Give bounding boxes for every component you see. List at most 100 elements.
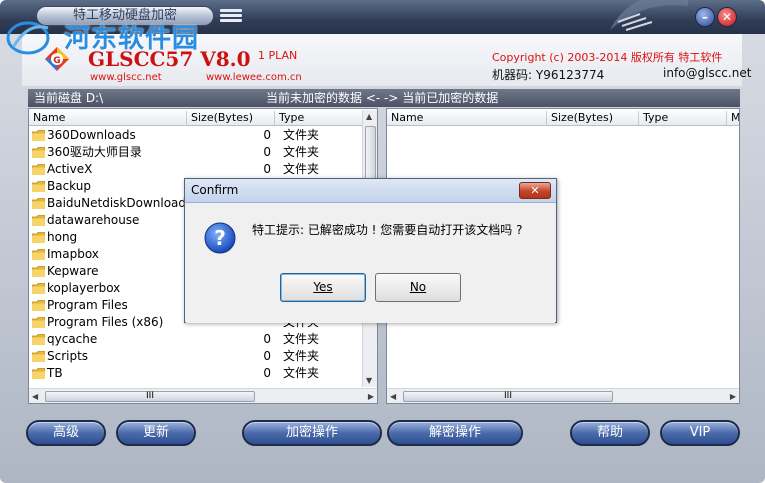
folder-icon	[32, 215, 45, 226]
file-type: 文件夹	[283, 162, 320, 176]
dialog-title-bar[interactable]: Confirm ✕	[185, 179, 556, 203]
folder-icon	[32, 198, 45, 209]
encrypt-button[interactable]: 加密操作	[242, 420, 382, 446]
file-name: Imapbox	[47, 247, 99, 261]
folder-icon	[32, 147, 45, 158]
column-name[interactable]: Name	[387, 111, 547, 125]
horizontal-scrollbar[interactable]: ◀ III ▶	[29, 388, 377, 403]
scroll-down-icon[interactable]: ▼	[366, 376, 372, 385]
confirm-dialog: Confirm ✕ ? 特工提示: 已解密成功 ! 您需要自动打开该文档吗 ? …	[184, 178, 557, 323]
folder-icon	[32, 283, 45, 294]
scrollbar-thumb[interactable]: III	[45, 391, 255, 402]
table-row[interactable]: 360驱动大师目录 0 文件夹	[29, 144, 363, 161]
yes-button[interactable]: Yes	[280, 273, 366, 302]
watermark-logo-icon	[6, 21, 50, 55]
no-button[interactable]: No	[375, 273, 461, 302]
folder-icon	[32, 181, 45, 192]
column-header-row: Name Size(Bytes) Type	[29, 109, 377, 126]
copyright-text: Copyright (c) 2003-2014 版权所有 特工软件	[492, 51, 723, 64]
dialog-title: Confirm	[191, 183, 239, 197]
scroll-right-icon[interactable]: ▶	[730, 392, 736, 401]
app-window: 特工移动硬盘加密 – ✕ G GLSCC57 V8.0 1 PLAN www.g…	[0, 0, 765, 483]
file-name: koplayerbox	[47, 281, 121, 295]
advanced-button[interactable]: 高级	[26, 420, 106, 446]
site-link[interactable]: www.glscc.net	[90, 72, 162, 83]
question-icon: ?	[204, 222, 236, 254]
folder-icon	[32, 334, 45, 345]
svg-text:?: ?	[214, 226, 226, 250]
help-button[interactable]: 帮助	[570, 420, 650, 446]
horizontal-scrollbar[interactable]: ◀ III ▶	[387, 388, 739, 403]
decorative-wave-icon	[610, 0, 688, 31]
table-row[interactable]: TB 0 文件夹	[29, 365, 363, 382]
file-type: 文件夹	[283, 128, 320, 142]
column-modified[interactable]: M	[727, 111, 739, 125]
file-size: 0	[263, 128, 271, 142]
column-type[interactable]: Type	[275, 111, 363, 125]
minimize-button[interactable]: –	[695, 7, 715, 27]
file-name: 360Downloads	[47, 128, 136, 142]
folder-icon	[32, 300, 45, 311]
folder-icon	[32, 351, 45, 362]
direction-label: 当前未加密的数据 <- -> 当前已加密的数据	[266, 91, 499, 105]
file-size: 0	[263, 332, 271, 346]
scroll-left-icon[interactable]: ◀	[32, 392, 38, 401]
file-name: ActiveX	[47, 162, 93, 176]
column-type[interactable]: Type	[639, 111, 727, 125]
folder-icon	[32, 130, 45, 141]
file-name: datawarehouse	[47, 213, 140, 227]
scrollbar-thumb[interactable]: III	[403, 391, 613, 402]
file-type: 文件夹	[283, 366, 320, 380]
column-header-row: Name Size(Bytes) Type M	[387, 109, 739, 126]
close-button[interactable]: ✕	[717, 7, 737, 27]
file-size: 0	[263, 349, 271, 363]
file-type: 文件夹	[283, 145, 320, 159]
file-name: Backup	[47, 179, 91, 193]
file-name: TB	[47, 366, 63, 380]
file-name: qycache	[47, 332, 98, 346]
decrypt-button[interactable]: 解密操作	[387, 420, 523, 446]
file-name: BaiduNetdiskDownload	[47, 196, 187, 210]
file-name: hong	[47, 230, 78, 244]
file-size: 0	[263, 366, 271, 380]
column-name[interactable]: Name	[29, 111, 187, 125]
dialog-close-button[interactable]: ✕	[519, 182, 551, 199]
file-name: 360驱动大师目录	[47, 145, 142, 159]
folder-icon	[32, 249, 45, 260]
column-size[interactable]: Size(Bytes)	[187, 111, 275, 125]
plan-label: 1 PLAN	[258, 49, 298, 62]
update-button[interactable]: 更新	[116, 420, 196, 446]
svg-text:G: G	[53, 56, 60, 66]
table-row[interactable]: Scripts 0 文件夹	[29, 348, 363, 365]
table-row[interactable]: 360Downloads 0 文件夹	[29, 127, 363, 144]
folder-icon	[32, 164, 45, 175]
vip-button[interactable]: VIP	[660, 420, 740, 446]
current-disk-label: 当前磁盘 D:\	[34, 91, 104, 105]
scroll-left-icon[interactable]: ◀	[390, 392, 396, 401]
folder-icon	[32, 266, 45, 277]
folder-icon	[32, 368, 45, 379]
hamburger-menu-icon[interactable]	[220, 9, 242, 23]
folder-icon	[32, 232, 45, 243]
file-size: 0	[263, 145, 271, 159]
yes-label: Yes	[313, 280, 333, 294]
dialog-message: 特工提示: 已解密成功 ! 您需要自动打开该文档吗 ?	[252, 223, 523, 237]
file-name: Scripts	[47, 349, 89, 363]
path-bar: 当前磁盘 D:\ 当前未加密的数据 <- -> 当前已加密的数据	[28, 89, 740, 107]
site-link-2[interactable]: www.lewee.com.cn	[206, 72, 302, 83]
column-size[interactable]: Size(Bytes)	[547, 111, 639, 125]
scroll-up-icon[interactable]: ▲	[366, 112, 372, 121]
file-name: Kepware	[47, 264, 99, 278]
file-name: Program Files	[47, 298, 128, 312]
watermark-text: 河东软件园	[64, 24, 200, 54]
table-row[interactable]: ActiveX 0 文件夹	[29, 161, 363, 178]
dialog-body: ? 特工提示: 已解密成功 ! 您需要自动打开该文档吗 ? Yes No	[186, 204, 555, 323]
file-type: 文件夹	[283, 349, 320, 363]
table-row[interactable]: qycache 0 文件夹	[29, 331, 363, 348]
email-link[interactable]: info@glscc.net	[663, 66, 751, 80]
file-type: 文件夹	[283, 332, 320, 346]
file-size: 0	[263, 162, 271, 176]
folder-icon	[32, 317, 45, 328]
no-label: No	[409, 280, 427, 294]
scroll-right-icon[interactable]: ▶	[368, 392, 374, 401]
